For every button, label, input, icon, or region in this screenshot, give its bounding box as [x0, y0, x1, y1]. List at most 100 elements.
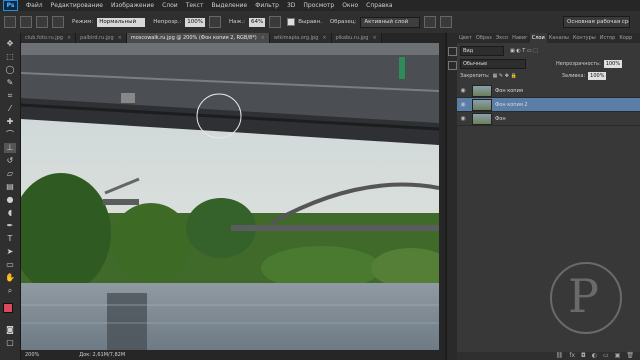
tab-history[interactable]: Истор [598, 33, 618, 43]
foreground-color-swatch[interactable] [3, 303, 13, 313]
menu-file[interactable]: Файл [22, 2, 47, 9]
tab-moscowalk[interactable]: moscowalk.ru.jpg @ 200% (Фон копия 2, RG… [126, 33, 270, 43]
marquee-tool-icon[interactable]: ⬚ [4, 52, 16, 62]
clone-source-icon[interactable] [52, 16, 64, 28]
eye-icon[interactable]: ◉ [457, 115, 469, 122]
tab-navigator[interactable]: Навиг [510, 33, 530, 43]
document-canvas[interactable] [21, 43, 439, 350]
tab-palbird[interactable]: palbird.ru.jpg × [76, 33, 127, 43]
properties-panel-icon[interactable] [448, 61, 457, 70]
tab-layers[interactable]: Слои [529, 33, 547, 43]
add-mask-icon[interactable]: ◘ [581, 352, 586, 360]
tab-wikimapia[interactable]: wikimapia.org.jpg × [269, 33, 332, 43]
menu-image[interactable]: Изображение [107, 2, 158, 9]
menu-select[interactable]: Выделение [207, 2, 251, 9]
menu-3d[interactable]: 3D [283, 2, 299, 9]
layer-opacity-input[interactable]: 100% [603, 60, 623, 68]
history-panel-icon[interactable] [448, 47, 457, 56]
eye-icon[interactable]: ◉ [457, 101, 469, 108]
workspace-select[interactable]: Основная рабочая среда [563, 16, 630, 28]
flow-input[interactable]: 64% [249, 17, 266, 27]
blur-tool-icon[interactable]: ● [4, 195, 16, 205]
close-icon[interactable]: × [372, 35, 376, 41]
airbrush-icon[interactable] [269, 16, 282, 28]
fill-input[interactable]: 100% [588, 72, 607, 80]
link-layers-icon[interactable]: ⛓ [556, 352, 564, 360]
tools-panel: ✥ ⬚ ◯ ✎ ⌗ ⁄ ✚ ⌒ ⊥ ↺ ▱ ▤ ● ◖ ✒ T ➤ ▭ ✋ ⌕ … [0, 33, 21, 360]
brush-tool-icon[interactable]: ⌒ [4, 130, 16, 140]
sample-select[interactable]: Активный слой [360, 16, 421, 28]
tab-color[interactable]: Цвет [457, 33, 474, 43]
eye-icon[interactable]: ◉ [457, 87, 469, 94]
tab-paths[interactable]: Контуры [571, 33, 598, 43]
opacity-input[interactable]: 100% [185, 17, 205, 27]
zoom-level[interactable]: 200% [25, 352, 39, 358]
brush-size-icon[interactable] [20, 16, 32, 28]
layer-row[interactable]: ◉ Фон копия [457, 84, 640, 98]
layer-row[interactable]: ◉ Фон [457, 112, 640, 126]
clone-stamp-tool-icon[interactable]: ⊥ [4, 143, 16, 153]
kind-filter-select[interactable]: Вид [460, 46, 504, 56]
eraser-tool-icon[interactable]: ▱ [4, 169, 16, 179]
photoshop-logo: Ps [3, 0, 18, 11]
adjustment-layer-icon[interactable]: ◐ [592, 352, 597, 360]
new-group-icon[interactable]: ▭ [603, 352, 609, 360]
close-icon[interactable]: × [67, 35, 71, 41]
lasso-tool-icon[interactable]: ◯ [4, 65, 16, 75]
close-icon[interactable]: × [118, 35, 122, 41]
menu-view[interactable]: Просмотр [299, 2, 338, 9]
gradient-tool-icon[interactable]: ▤ [4, 182, 16, 192]
trash-icon[interactable]: 🗑 [626, 352, 634, 360]
menu-layers[interactable]: Слои [158, 2, 182, 9]
screen-mode-icon[interactable]: ▢ [4, 338, 16, 348]
move-tool-icon[interactable]: ✥ [4, 39, 16, 49]
tab-club-foto[interactable]: club.foto.ru.jpg × [21, 33, 77, 43]
path-select-tool-icon[interactable]: ➤ [4, 247, 16, 257]
tab-styles[interactable]: Эксо [494, 33, 510, 43]
history-brush-tool-icon[interactable]: ↺ [4, 156, 16, 166]
lock-icons[interactable]: ▦ ✎ ✥ 🔒 [493, 73, 517, 79]
quick-mask-icon[interactable]: ◙ [4, 325, 16, 335]
sample-label: Образец: [329, 19, 357, 25]
panel-tabs: Цвет Образ Эксо Навиг Слои Каналы Контур… [457, 33, 640, 43]
clone-stamp-preset-icon[interactable] [4, 16, 16, 28]
vertical-scrollbar[interactable] [439, 43, 445, 350]
fx-icon[interactable]: fx [569, 352, 575, 360]
pressure-opacity-icon[interactable] [208, 16, 221, 28]
menu-window[interactable]: Окно [338, 2, 362, 9]
menu-filter[interactable]: Фильтр [251, 2, 283, 9]
close-icon[interactable]: × [322, 35, 326, 41]
menu-type[interactable]: Текст [182, 2, 208, 9]
shape-tool-icon[interactable]: ▭ [4, 260, 16, 270]
eyedropper-tool-icon[interactable]: ⁄ [4, 104, 16, 114]
crop-tool-icon[interactable]: ⌗ [4, 91, 16, 101]
watermark-letter: P [568, 269, 599, 323]
pen-tool-icon[interactable]: ✒ [4, 221, 16, 231]
mode-select[interactable]: Нормальный [97, 17, 146, 27]
brush-panel-icon[interactable] [36, 16, 48, 28]
blend-mode-select[interactable]: Обычные [460, 59, 526, 69]
tab-label: club.foto.ru.jpg [25, 35, 63, 41]
menu-help[interactable]: Справка [362, 2, 396, 9]
healing-brush-tool-icon[interactable]: ✚ [4, 117, 16, 127]
tab-swatches[interactable]: Образ [474, 33, 494, 43]
quick-select-tool-icon[interactable]: ✎ [4, 78, 16, 88]
menu-edit[interactable]: Редактирование [47, 2, 107, 9]
pressure-size-icon[interactable] [440, 16, 453, 28]
aligned-label: Выравн. [298, 19, 322, 25]
tab-channels[interactable]: Каналы [547, 33, 571, 43]
zoom-tool-icon[interactable]: ⌕ [4, 286, 16, 296]
filter-icons[interactable]: ▣ ◐ T ▭ ⬚ [510, 48, 538, 54]
aligned-checkbox[interactable] [287, 18, 296, 26]
new-layer-icon[interactable]: ▣ [615, 352, 621, 360]
layer-row-selected[interactable]: ◉ Фон копия 2 [457, 98, 640, 112]
tab-pikabu[interactable]: pikabu.ru.jpg × [331, 33, 382, 43]
layer-name: Фон копия [495, 87, 523, 94]
hand-tool-icon[interactable]: ✋ [4, 273, 16, 283]
tab-adjustments[interactable]: Корр [617, 33, 634, 43]
fill-label: Заливка: [561, 73, 586, 79]
close-icon[interactable]: × [261, 35, 265, 41]
dodge-tool-icon[interactable]: ◖ [4, 208, 16, 218]
type-tool-icon[interactable]: T [4, 234, 16, 244]
ignore-adjustment-icon[interactable] [424, 16, 437, 28]
